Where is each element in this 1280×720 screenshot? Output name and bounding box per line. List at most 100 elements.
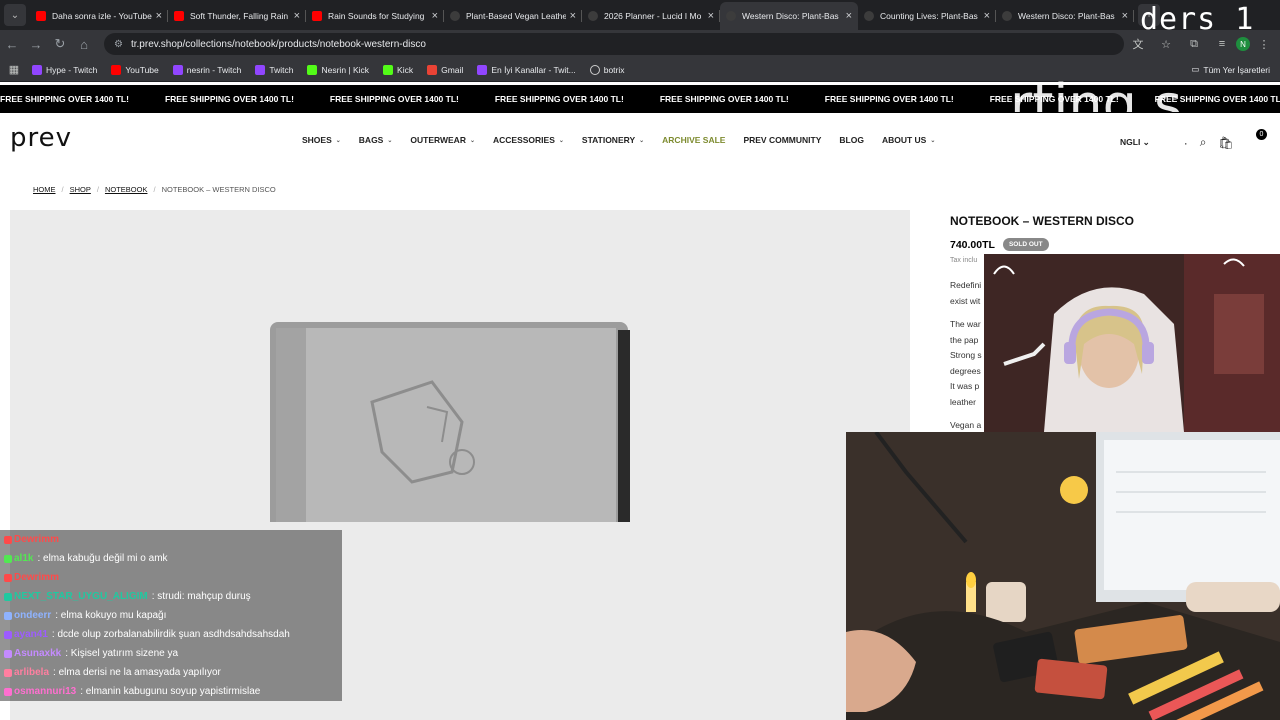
browser-tab[interactable]: Plant-Based Vegan Leathe × — [444, 2, 582, 30]
chat-message: arlibela: elma derisi ne la amasyada yap… — [0, 663, 342, 682]
browser-tab[interactable]: Western Disco: Plant-Bas × — [720, 2, 858, 30]
nav-item[interactable]: SHOES ⌄ — [302, 135, 341, 145]
chat-username: ondeerr — [14, 610, 52, 621]
bookmark-item[interactable]: Kick — [383, 64, 413, 75]
address-bar[interactable]: ⚙ tr.prev.shop/collections/notebook/prod… — [104, 33, 1124, 55]
bookmark-item[interactable]: Twitch — [255, 64, 293, 75]
close-tab-icon[interactable]: × — [708, 10, 714, 22]
nav-item-label: STATIONERY — [581, 135, 636, 145]
breadcrumb-separator: / — [61, 185, 64, 194]
shipping-banner-text: FREE SHIPPING OVER 1400 TL! — [494, 94, 624, 104]
chat-badge-icon — [4, 649, 12, 658]
url-text[interactable]: tr.prev.shop/collections/notebook/produc… — [131, 39, 426, 50]
nav-item[interactable]: PREV COMMUNITY — [743, 135, 821, 145]
bookmark-label: YouTube — [125, 64, 159, 75]
sold-out-badge: SOLD OUT — [1002, 238, 1049, 251]
tab-search-button[interactable]: ⌄ — [4, 4, 26, 26]
browser-tab[interactable]: Soft Thunder, Falling Rain × — [168, 2, 306, 30]
chevron-down-icon: ⌄ — [469, 137, 475, 144]
tab-title: Rain Sounds for Studying — [328, 11, 425, 21]
chat-badge-icon — [4, 535, 12, 544]
breadcrumb-current: NOTEBOOK – WESTERN DISCO — [161, 185, 276, 194]
extensions-icon[interactable]: ⧉ — [1180, 38, 1208, 51]
chat-badge-icon — [4, 687, 12, 696]
nav-item[interactable]: OUTERWEAR ⌄ — [410, 135, 475, 145]
shipping-banner-text: FREE SHIPPING OVER 1400 TL! — [329, 94, 459, 104]
forward-icon[interactable]: → — [24, 37, 48, 52]
chat-username: NEXT_STAR_UYGU_ALIGIM — [14, 591, 148, 602]
close-tab-icon[interactable]: × — [432, 10, 438, 22]
header-tools: NGLI ⌄ · ⌕ 🛍 0 — [1120, 129, 1267, 150]
cart-icon[interactable]: 🛍 — [1219, 136, 1234, 150]
all-bookmarks-folder[interactable]: ▭ Tüm Yer İşaretleri — [1191, 64, 1270, 75]
overlay-ghost-text: rting s — [1010, 76, 1183, 112]
site-info-icon[interactable]: ⚙ — [114, 39, 123, 50]
search-icon[interactable]: ⌕ — [1200, 135, 1207, 150]
translate-icon[interactable]: 文 — [1124, 36, 1152, 52]
nav-item[interactable]: ACCESSORIES ⌄ — [493, 135, 564, 145]
nav-item[interactable]: BAGS ⌄ — [359, 135, 393, 145]
nav-item-label: PREV COMMUNITY — [743, 135, 822, 145]
browser-tab[interactable]: Rain Sounds for Studying × — [306, 2, 444, 30]
browser-tab[interactable]: Counting Lives: Plant-Bas × — [858, 2, 996, 30]
nav-item-label: OUTERWEAR — [410, 135, 466, 145]
media-icon[interactable]: ≡ — [1208, 38, 1236, 50]
chat-message: osmannuri13: elmanin kabugunu soyup yapi… — [0, 682, 342, 701]
bookmark-item[interactable]: En İyi Kanallar - Twit... — [477, 64, 576, 75]
chat-badge-icon — [4, 668, 12, 677]
breadcrumb-notebook[interactable]: NOTEBOOK — [105, 185, 148, 194]
breadcrumb-separator: / — [96, 185, 99, 194]
home-icon[interactable]: ⌂ — [72, 37, 96, 52]
language-selector[interactable]: NGLI ⌄ — [1120, 137, 1150, 148]
bookmark-label: En İyi Kanallar - Twit... — [491, 64, 576, 75]
breadcrumb-home[interactable]: HOME — [33, 185, 56, 194]
site-icon — [450, 11, 460, 21]
bookmark-item[interactable]: Gmail — [427, 64, 463, 75]
chat-badge-icon — [4, 592, 12, 601]
browser-tab[interactable]: 2026 Planner - Lucid I Mo × — [582, 2, 720, 30]
menu-icon[interactable]: ⋮ — [1250, 38, 1278, 51]
close-tab-icon[interactable]: × — [156, 10, 162, 22]
chat-message: ayan41: dcde olup zorbalanabilirdik şuan… — [0, 625, 342, 644]
profile-avatar[interactable]: N — [1236, 37, 1250, 51]
chevron-down-icon: ⌄ — [335, 137, 341, 144]
chevron-down-icon: ⌄ — [930, 137, 936, 144]
nav-item[interactable]: ABOUT US ⌄ — [882, 135, 935, 145]
nav-item[interactable]: STATIONERY ⌄ — [582, 135, 644, 145]
account-icon[interactable]: · — [1184, 136, 1188, 150]
chat-username: Asunaxkk — [14, 648, 62, 659]
bookmark-item[interactable]: nesrin - Twitch — [172, 64, 241, 75]
close-tab-icon[interactable]: × — [1122, 10, 1128, 22]
chat-badge-icon — [4, 611, 12, 620]
chat-badge-icon — [4, 630, 12, 639]
bookmark-star-icon[interactable]: ☆ — [1152, 38, 1180, 51]
bookmark-item[interactable]: Nesrin | Kick — [307, 64, 369, 75]
browser-toolbar: ← → ↻ ⌂ ⚙ tr.prev.shop/collections/noteb… — [0, 30, 1280, 58]
bookmark-favicon-icon — [477, 64, 488, 75]
streamer-webcam — [984, 254, 1280, 432]
bookmark-item[interactable]: Hype - Twitch — [32, 64, 97, 75]
browser-tab[interactable]: Western Disco: Plant-Bas × — [996, 2, 1134, 30]
breadcrumb-shop[interactable]: SHOP — [70, 185, 91, 194]
close-tab-icon[interactable]: × — [984, 10, 990, 22]
chat-text: : elma kabuğu değil mi o amk — [37, 553, 168, 564]
close-tab-icon[interactable]: × — [294, 10, 300, 22]
browser-tab[interactable]: Daha sonra izle - YouTube × — [30, 2, 168, 30]
bookmark-item[interactable]: botrix — [589, 64, 625, 75]
chat-message: ondeerr: elma kokuyo mu kapağı — [0, 606, 342, 625]
bookmark-item[interactable]: YouTube — [111, 64, 159, 75]
back-icon[interactable]: ← — [0, 37, 24, 52]
apps-grid-icon[interactable]: ▦ — [0, 63, 28, 76]
close-tab-icon[interactable]: × — [846, 10, 852, 22]
youtube-icon — [312, 11, 322, 21]
bookmark-favicon-icon — [383, 64, 394, 75]
nav-item[interactable]: ARCHIVE SALE — [662, 135, 725, 145]
nav-item[interactable]: BLOG — [839, 135, 864, 145]
shipping-banner-text: FREE SHIPPING OVER 1400 TL! — [0, 94, 129, 104]
close-tab-icon[interactable]: × — [570, 10, 576, 22]
site-logo[interactable]: prev — [10, 123, 72, 153]
reload-icon[interactable]: ↻ — [48, 36, 72, 52]
chat-text: : strudi: mahçup duruş — [151, 591, 251, 602]
site-icon — [1002, 11, 1012, 21]
notebook-image[interactable] — [262, 312, 632, 522]
